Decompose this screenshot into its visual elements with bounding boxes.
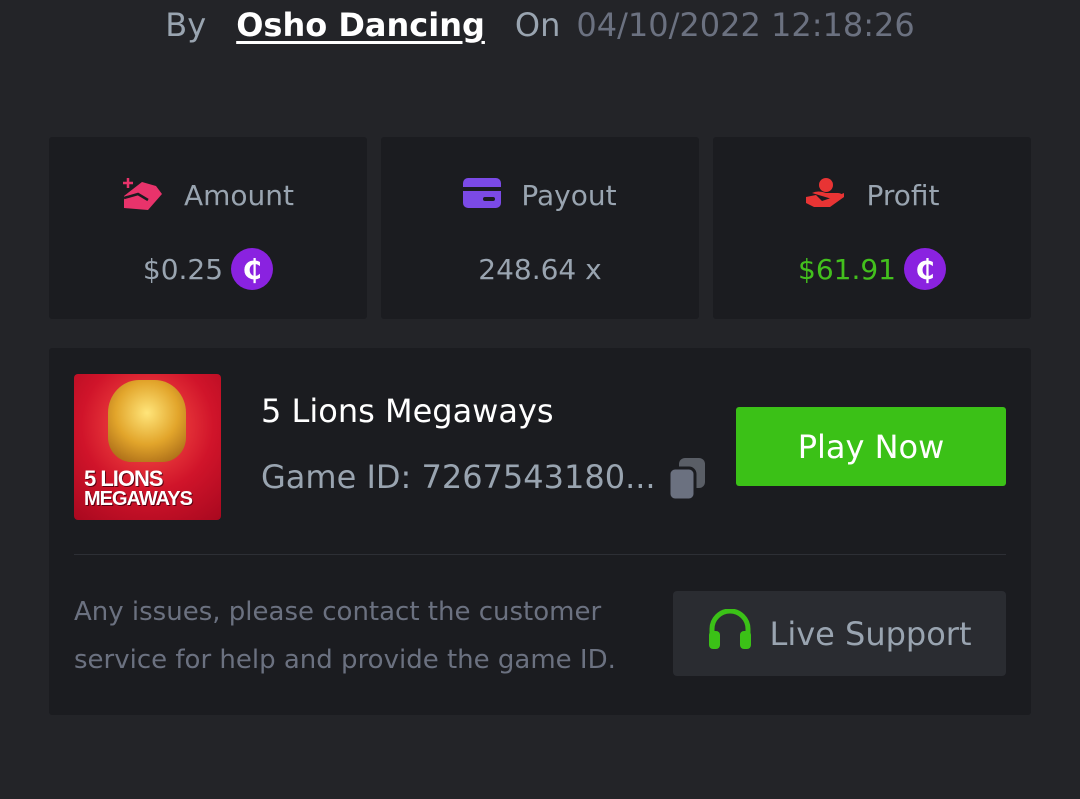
payout-card: Payout 248.64 x [381,137,699,319]
bet-datetime: 04/10/2022 12:18:26 [576,6,915,44]
game-thumbnail[interactable]: 5 LIONS MEGAWAYS [74,374,221,520]
play-now-button[interactable]: Play Now [736,407,1006,486]
amount-value: $0.25 [142,252,224,286]
profit-value: $61.91 [798,252,896,286]
bet-amount-icon [122,176,164,214]
profit-card: Profit $61.91 ₵ [713,137,1031,319]
thumbnail-title-line2: MEGAWAYS [84,488,193,510]
coin-icon: ₵ [903,248,946,290]
live-support-label: Live Support [769,614,972,653]
on-label: On [514,6,561,44]
payout-value: 248.64 x [478,252,602,286]
amount-label: Amount [183,178,295,212]
bet-byline: By Osho Dancing On 04/10/2022 12:18:26 [0,0,1080,50]
by-label: By [165,6,207,44]
game-card: 5 LIONS MEGAWAYS 5 Lions Megaways Game I… [49,348,1031,715]
game-title[interactable]: 5 Lions Megaways [261,392,554,430]
card-icon [463,178,502,212]
game-id: Game ID: 7267543180... [261,458,656,496]
bet-stats: Amount $0.25 ₵ Payout 248.64 x Profit $6… [49,137,1031,319]
support-help-text: Any issues, please contact the customer … [74,597,616,675]
live-support-button[interactable]: Live Support [673,591,1006,676]
divider [74,554,1006,555]
payout-label: Payout [521,178,617,212]
profit-label: Profit [866,178,940,212]
username-link[interactable]: Osho Dancing [236,6,485,44]
coin-icon: ₵ [231,248,274,290]
headset-icon [707,608,753,659]
lion-artwork [108,380,186,462]
copy-icon[interactable] [667,458,709,502]
amount-card: Amount $0.25 ₵ [49,137,367,319]
hand-coin-icon [804,177,846,213]
